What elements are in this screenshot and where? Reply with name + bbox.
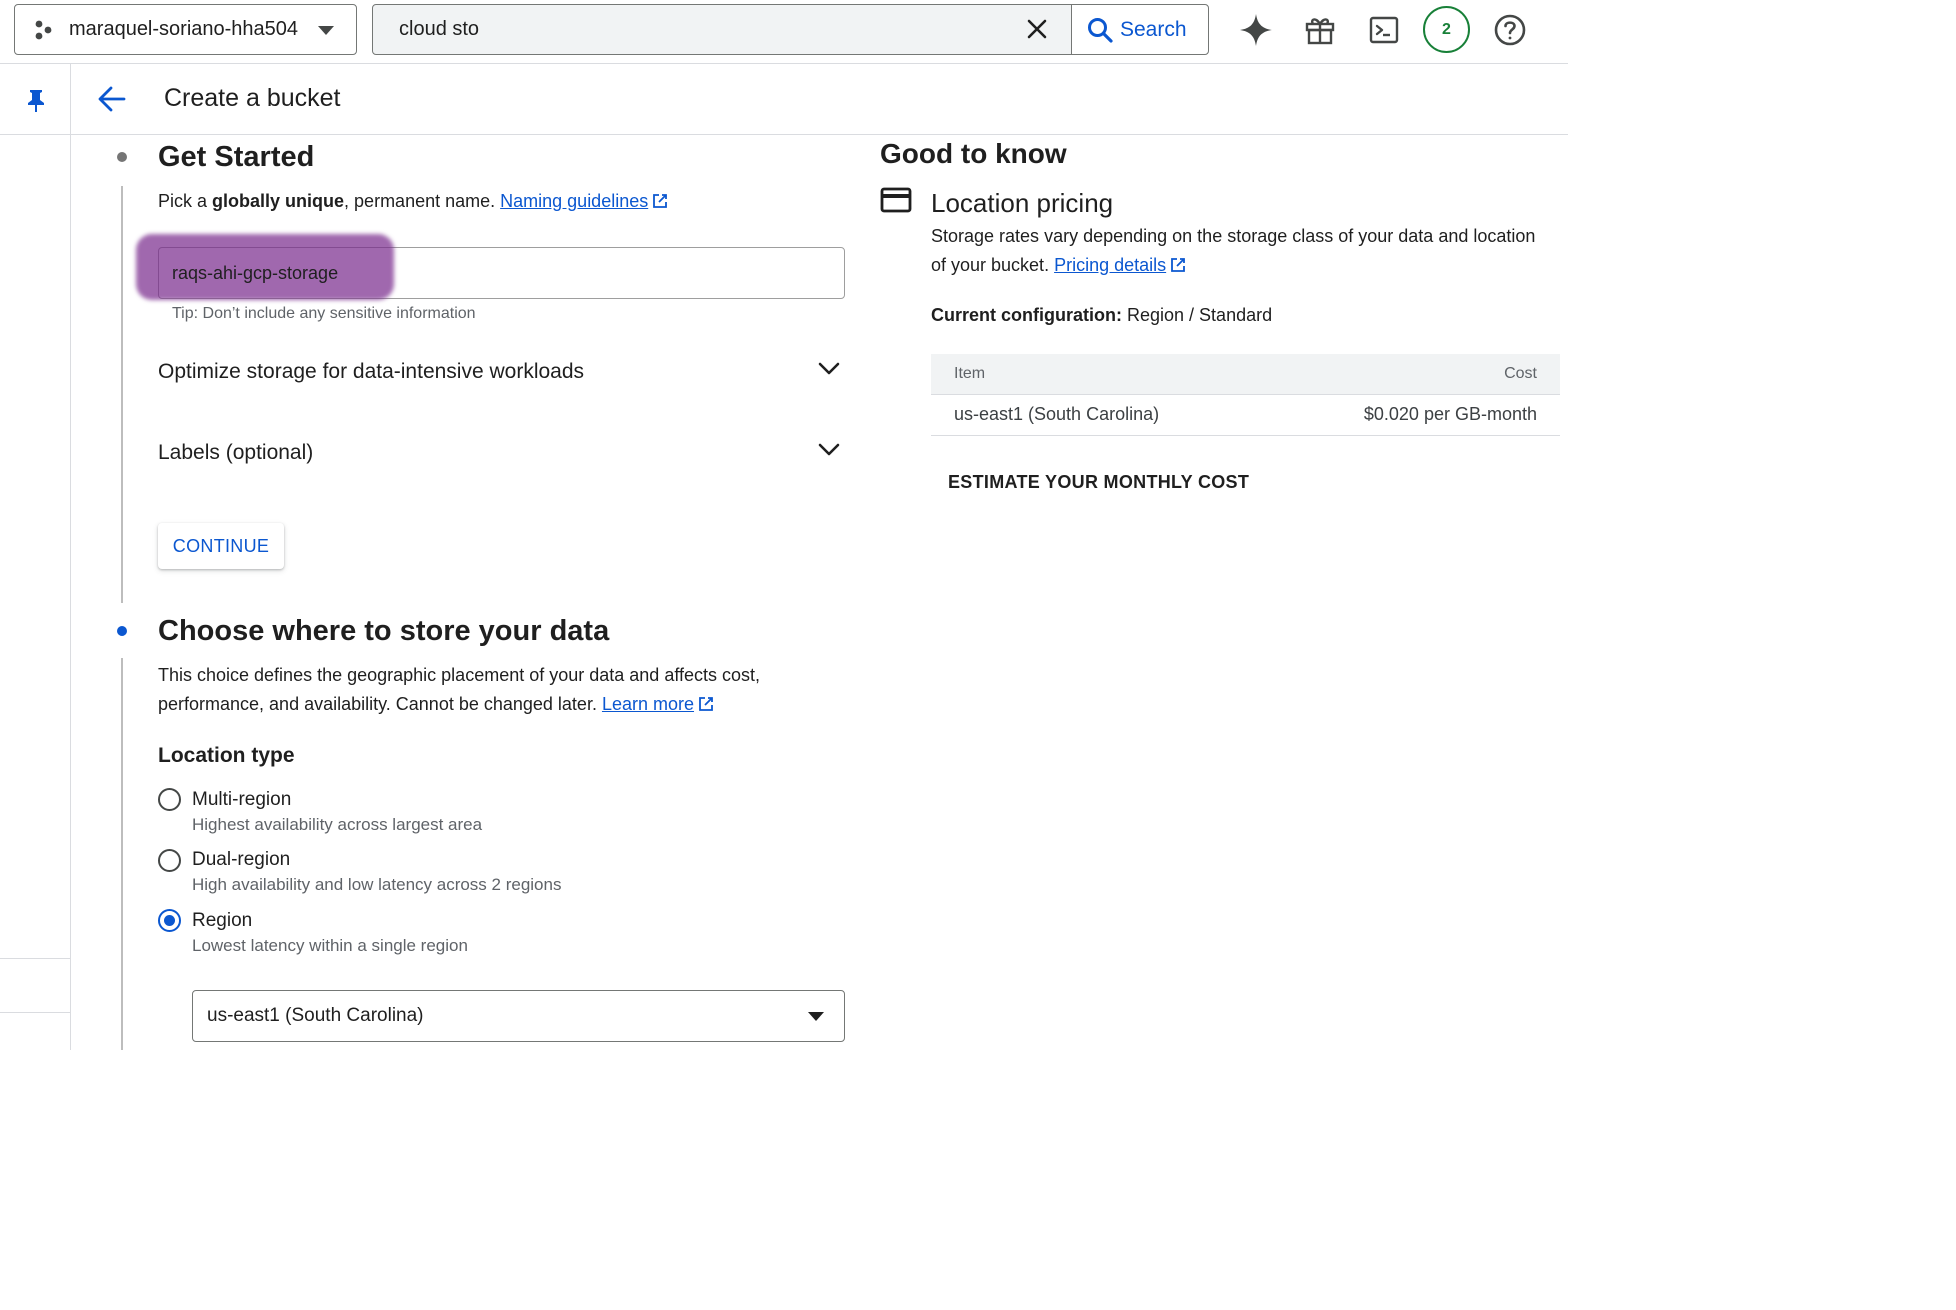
current-configuration: Current configuration: Region / Standard xyxy=(931,305,1272,326)
learn-more-link[interactable]: Learn more xyxy=(602,694,694,714)
optimize-storage-label: Optimize storage for data-intensive work… xyxy=(158,360,585,383)
left-rail xyxy=(0,64,71,1050)
column-header-cost: Cost xyxy=(1266,354,1560,395)
search-button[interactable]: Search xyxy=(1072,5,1208,54)
table-header-row: Item Cost xyxy=(931,354,1560,395)
radio-dual-region[interactable] xyxy=(158,849,181,872)
pick-suffix: , permanent name. xyxy=(344,191,501,211)
step-indicator-complete xyxy=(117,152,127,162)
project-icon xyxy=(33,19,55,41)
rail-divider xyxy=(0,134,71,135)
chevron-down-icon xyxy=(818,362,840,376)
close-icon[interactable] xyxy=(1026,18,1048,40)
region-select-value: us-east1 (South Carolina) xyxy=(207,1005,424,1026)
caret-down-icon xyxy=(808,1012,824,1022)
radio-multi-region[interactable] xyxy=(158,788,181,811)
location-description-line2: performance, and availability. Cannot be… xyxy=(158,690,714,719)
location-heading: Choose where to store your data xyxy=(158,615,610,647)
good-to-know-heading: Good to know xyxy=(880,138,1067,169)
multi-region-label[interactable]: Multi-region xyxy=(192,789,291,811)
current-config-label: Current configuration: xyxy=(931,305,1122,325)
search-input[interactable] xyxy=(373,5,1023,54)
multi-region-description: Highest availability across largest area xyxy=(192,815,483,834)
labels-expander[interactable]: Labels (optional) xyxy=(158,431,848,475)
continue-button[interactable]: CONTINUE xyxy=(158,523,284,569)
naming-instructions: Pick a globally unique, permanent name. … xyxy=(158,187,668,216)
pricing-details-link[interactable]: Pricing details xyxy=(1054,255,1166,275)
column-header-item: Item xyxy=(931,354,1267,395)
location-pricing-title: Location pricing xyxy=(931,188,1114,218)
optimize-storage-expander[interactable]: Optimize storage for data-intensive work… xyxy=(158,350,848,394)
radio-region[interactable] xyxy=(158,909,181,932)
chevron-down-icon xyxy=(818,443,840,457)
pricing-description: Storage rates vary depending on the stor… xyxy=(931,222,1566,280)
project-name: maraquel-soriano-hha504 xyxy=(69,18,299,40)
estimate-monthly-cost-button[interactable]: ESTIMATE YOUR MONTHLY COST xyxy=(936,462,1261,502)
step-indicator-active xyxy=(117,626,127,636)
help-icon[interactable] xyxy=(1490,10,1530,50)
labels-label: Labels (optional) xyxy=(158,441,314,464)
step-connector xyxy=(121,658,123,1050)
location-desc-text: performance, and availability. Cannot be… xyxy=(158,694,602,714)
credit-card-icon xyxy=(880,187,912,213)
current-config-value: Region / Standard xyxy=(1122,305,1273,325)
page-title: Create a bucket xyxy=(164,84,341,112)
gemini-spark-icon[interactable] xyxy=(1236,10,1276,50)
globally-unique-text: globally unique xyxy=(212,191,345,211)
step-connector xyxy=(121,186,123,603)
pin-icon[interactable] xyxy=(26,88,46,112)
external-link-icon xyxy=(652,193,668,209)
dual-region-description: High availability and low latency across… xyxy=(192,875,562,894)
header-divider xyxy=(71,134,1568,135)
pricing-table: Item Cost us-east1 (South Carolina) $0.0… xyxy=(931,354,1560,436)
table-cell-cost: $0.020 per GB-month xyxy=(1266,394,1560,436)
table-cell-item: us-east1 (South Carolina) xyxy=(931,394,1267,436)
top-bar: maraquel-soriano-hha504 Search xyxy=(0,0,1568,64)
search-icon xyxy=(1086,16,1114,44)
external-link-icon xyxy=(698,696,714,712)
region-label[interactable]: Region xyxy=(192,910,252,932)
search-button-label: Search xyxy=(1120,17,1187,41)
project-picker[interactable]: maraquel-soriano-hha504 xyxy=(14,4,357,55)
cloud-shell-icon[interactable] xyxy=(1364,10,1404,50)
location-type-title: Location type xyxy=(158,744,295,767)
bucket-name-input[interactable] xyxy=(172,260,732,286)
table-row: us-east1 (South Carolina) $0.020 per GB-… xyxy=(931,394,1560,436)
location-description-line1: This choice defines the geographic place… xyxy=(158,665,761,685)
external-link-icon xyxy=(1170,257,1186,273)
pricing-desc-text: of your bucket. xyxy=(931,255,1055,275)
region-select[interactable]: us-east1 (South Carolina) xyxy=(192,990,845,1042)
dual-region-label[interactable]: Dual-region xyxy=(192,849,290,871)
pick-prefix: Pick a xyxy=(158,191,213,211)
notifications-badge[interactable]: 2 xyxy=(1423,6,1470,53)
region-description: Lowest latency within a single region xyxy=(192,936,468,955)
rail-divider xyxy=(0,958,71,959)
gift-icon[interactable] xyxy=(1300,10,1340,50)
naming-guidelines-link[interactable]: Naming guidelines xyxy=(500,191,648,211)
caret-down-icon xyxy=(318,26,334,36)
pricing-desc-line1: Storage rates vary depending on the stor… xyxy=(931,226,1536,246)
pricing-desc-line2: of your bucket. Pricing details xyxy=(931,251,1566,280)
get-started-heading: Get Started xyxy=(158,141,315,173)
bucket-name-tip: Tip: Don’t include any sensitive informa… xyxy=(172,305,476,322)
rail-divider xyxy=(0,1012,71,1013)
back-arrow-icon[interactable] xyxy=(98,86,126,112)
